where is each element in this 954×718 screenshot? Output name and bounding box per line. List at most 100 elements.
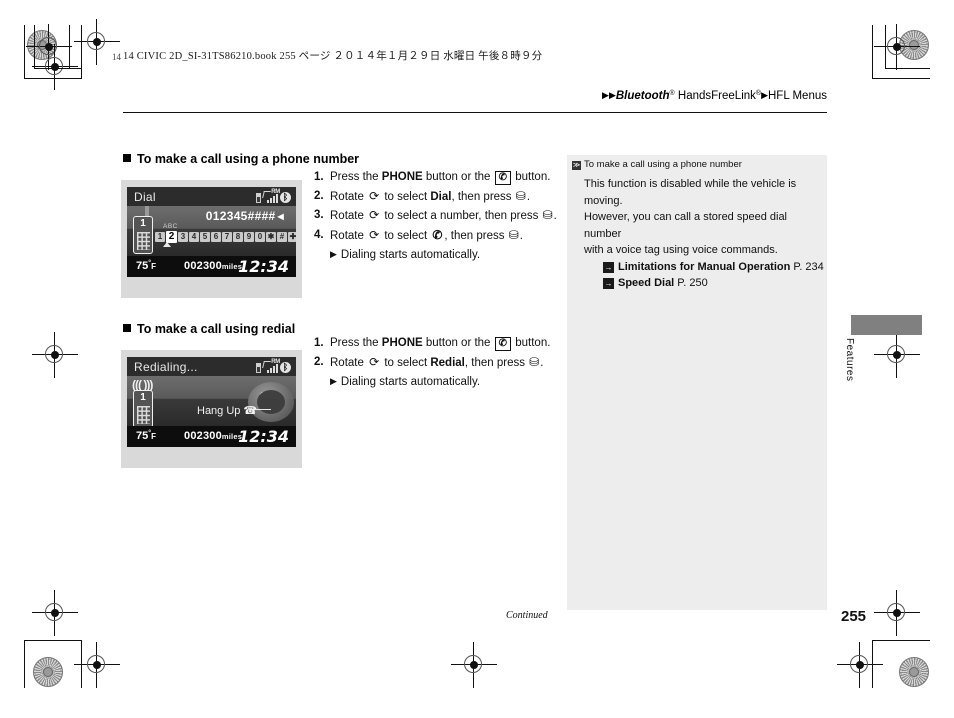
crosshair-mark-bottom-left-outer: [74, 642, 120, 688]
rotary-knob-icon: ⟳: [369, 354, 380, 369]
reference-arrow-icon: →: [603, 278, 614, 289]
step-text: Press the PHONE button or the ✆ button.: [330, 334, 550, 353]
step-text-mid: button or the: [422, 337, 494, 349]
step-text-pre: Rotate: [330, 229, 368, 242]
key-0[interactable]: 0: [255, 232, 265, 242]
hangup-label: Hang Up: [197, 405, 241, 417]
step-number: 2.: [314, 189, 324, 202]
key-9[interactable]: 9: [244, 232, 254, 242]
crop-line: [24, 78, 82, 79]
roaming-indicator-label: RM: [271, 189, 280, 195]
crosshair-mark-bottom-right: [874, 590, 920, 636]
crop-line: [24, 640, 25, 688]
step-text-end: .: [553, 210, 557, 222]
running-header: ▶▶Bluetooth® HandsFreeLink®▶HFL Menus: [602, 90, 827, 102]
crop-line: [872, 78, 930, 79]
step-text-post: button.: [512, 337, 551, 349]
sidenote-body: This function is disabled while the vehi…: [584, 176, 824, 292]
handset-number-label: 1: [140, 392, 146, 403]
step-text-end: .: [519, 229, 523, 242]
handset-icon: 1: [133, 216, 153, 254]
reference-page: P. 250: [674, 277, 708, 289]
cross-reference-speed-dial[interactable]: → Speed Dial P. 250: [603, 275, 822, 292]
temperature-value: 75: [136, 430, 149, 442]
instruction-note: ▶ Dialing starts automatically.: [314, 245, 559, 265]
reference-label: Speed Dial: [618, 277, 675, 289]
lcd-status-bar: 75°F 002300miles 12:34: [127, 426, 296, 447]
key-7[interactable]: 7: [222, 232, 232, 242]
section-heading-phone-number: To make a call using a phone number: [123, 152, 359, 166]
instruction-step: 2. Rotate ⟳ to select Dial, then press ⛁…: [314, 187, 559, 207]
key-asterisk[interactable]: ✱: [266, 232, 276, 242]
step-text-post: , then press: [451, 190, 515, 203]
clock-readout: 12:34: [238, 257, 289, 276]
key-hash[interactable]: #: [277, 232, 287, 242]
step-text-pre: Rotate: [330, 356, 368, 369]
step-text: Rotate ⟳ to select ✆, then press ⛁.: [330, 226, 523, 246]
key-plus[interactable]: ✚: [288, 232, 296, 242]
note-text: Dialing starts automatically.: [340, 376, 481, 388]
crop-line: [885, 25, 886, 69]
crosshair-mark-right-middle: [874, 332, 920, 378]
lcd-status-bar: 75°F 002300miles 12:34: [127, 256, 296, 277]
color-registration-wheel-bottom-right: [899, 657, 929, 687]
crop-line: [81, 640, 82, 688]
crop-line: [885, 68, 930, 69]
header-divider: [123, 112, 827, 114]
keypad-grid-icon: [137, 406, 150, 424]
crosshair-mark-top-left: [74, 19, 120, 65]
odometer-value: 002300: [184, 260, 222, 272]
temperature-unit: F: [151, 262, 156, 271]
handset-number-label: 1: [140, 218, 146, 229]
reference-label: Limitations for Manual Operation: [618, 260, 791, 273]
step-text-mid: button or the: [422, 171, 494, 183]
rotary-knob-icon: ⟳: [369, 208, 380, 222]
crosshair-mark-bottom-center: [451, 642, 497, 688]
note-triangle-icon: ▶: [330, 249, 337, 259]
odometer-value: 002300: [184, 430, 222, 442]
cross-reference-limitations[interactable]: → Limitations for Manual Operation P. 234: [603, 259, 824, 276]
crop-line: [34, 25, 35, 69]
registered-mark-icon: ®: [669, 90, 675, 97]
dialed-number-value: 012345####: [205, 209, 276, 223]
crop-line: [872, 640, 930, 641]
screenshot-dial-screen: Dial RM ᛒ 012345#### ◀ 1 ABC 1 2 3 4 5 6…: [121, 180, 302, 298]
instruction-list-redial: 1. Press the PHONE button or the ✆ butto…: [314, 334, 559, 392]
step-text-post: button.: [512, 171, 551, 183]
step-text-end: .: [526, 190, 531, 203]
onscreen-keypad-row[interactable]: 1 2 3 4 5 6 7 8 9 0 ✱ # ✚ P ☰ ✆: [155, 231, 296, 243]
step-text: Rotate ⟳ to select Dial, then press ⛁.: [330, 187, 530, 207]
header-bluetooth-label: Bluetooth: [615, 90, 670, 102]
press-knob-icon: ⛁: [508, 227, 519, 242]
step-text-mid: to select: [381, 190, 431, 203]
crop-line: [69, 25, 70, 69]
crosshair-mark-left-middle: [32, 332, 78, 378]
sidenote-line-1: This function is disabled while the vehi…: [584, 178, 797, 207]
key-1[interactable]: 1: [155, 232, 165, 242]
bullet-square-icon: [123, 154, 131, 162]
step-number: 2.: [314, 355, 324, 368]
thumb-tab-marker: [851, 315, 922, 335]
imposition-slug: 14 CIVIC 2D_SI-31TS86210.book 255 ページ ２０…: [123, 51, 543, 62]
crop-line: [24, 640, 82, 641]
step-text-mid: to select a number, then press: [381, 210, 542, 222]
press-knob-icon: ⛁: [529, 354, 540, 369]
battery-icon: [256, 363, 261, 373]
bluetooth-icon: ᛒ: [280, 192, 291, 203]
hangup-callout: Hang Up ☎: [197, 404, 257, 417]
dialed-number-display: 012345#### ◀: [206, 209, 284, 223]
key-3[interactable]: 3: [178, 232, 188, 242]
section-heading-label: To make a call using a phone number: [137, 152, 360, 166]
key-8[interactable]: 8: [233, 232, 243, 242]
signal-icon: RM: [262, 359, 280, 373]
key-6[interactable]: 6: [211, 232, 221, 242]
temperature-value: 75: [136, 260, 149, 272]
keypad-grid-icon: [137, 232, 150, 250]
step-text: Rotate ⟳ to select Redial, then press ⛁.: [330, 353, 543, 373]
key-4[interactable]: 4: [189, 232, 199, 242]
handset-icon: 1: [133, 390, 153, 428]
key-5[interactable]: 5: [200, 232, 210, 242]
continued-label: Continued: [506, 610, 548, 621]
dial-menu-label: Dial: [430, 190, 452, 203]
step-text-pre: Rotate: [330, 210, 368, 222]
